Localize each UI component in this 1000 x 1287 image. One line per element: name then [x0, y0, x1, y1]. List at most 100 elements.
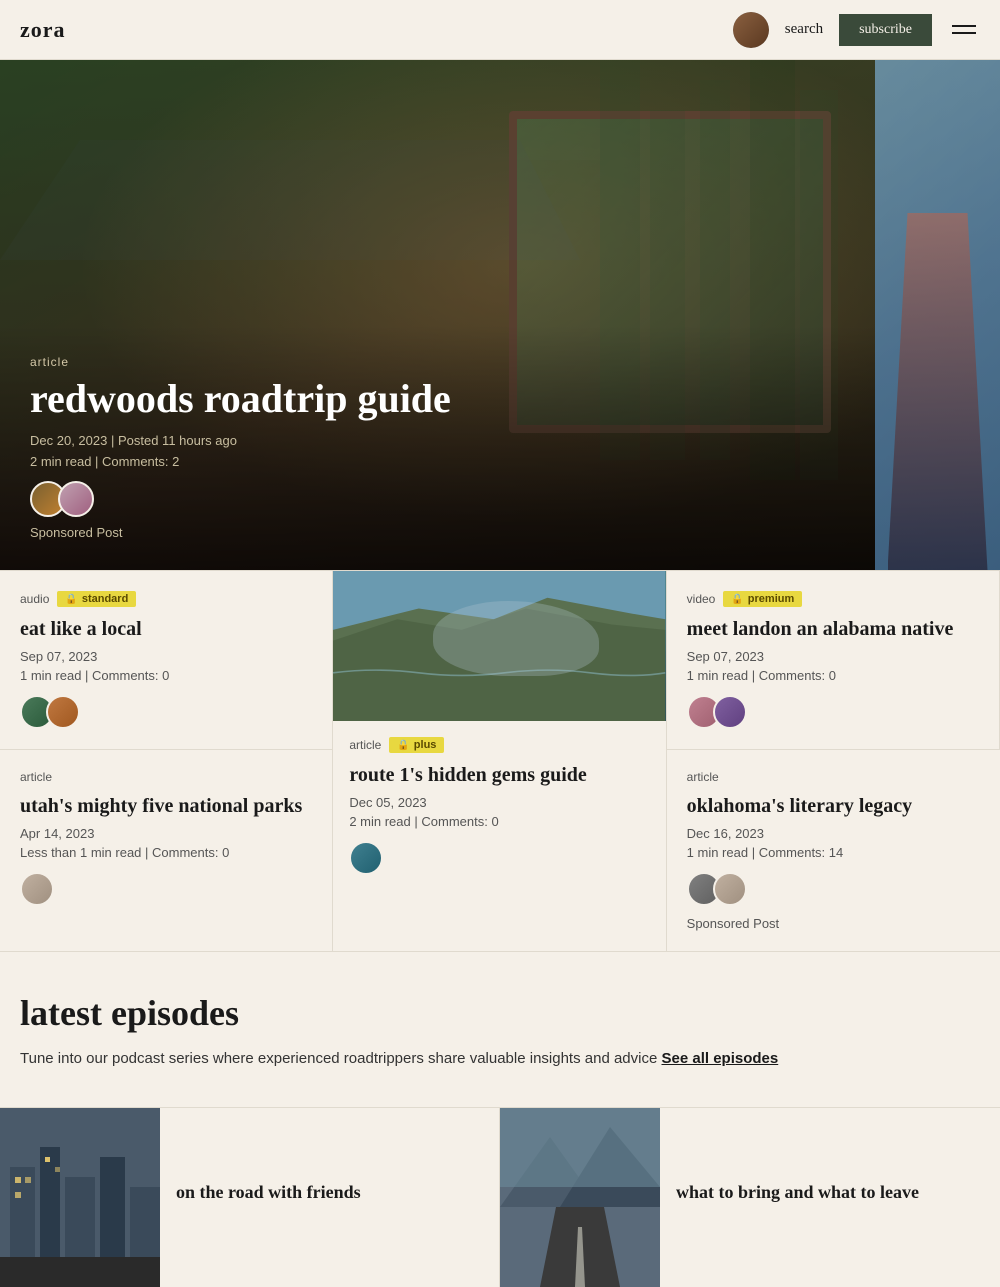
card-oklahoma[interactable]: article oklahoma's literary legacy Dec 1… [667, 750, 1000, 952]
card-meta: 1 min read | Comments: 14 [687, 845, 980, 860]
hero-posted: Posted 11 hours ago [118, 433, 237, 448]
logo[interactable]: zora [20, 17, 66, 43]
read-time: 1 min read [687, 845, 748, 860]
card-meta: 2 min read | Comments: 0 [349, 814, 649, 829]
hamburger-menu[interactable] [948, 21, 980, 38]
coastal-scene [333, 571, 665, 721]
read-time: Less than 1 min read [20, 845, 141, 860]
card-tag-audio: audio [20, 592, 49, 606]
card-title: eat like a local [20, 617, 312, 641]
card-date: Dec 16, 2023 [687, 826, 980, 841]
city-scene [0, 1108, 160, 1287]
hero-side-article[interactable] [875, 60, 1000, 570]
hero-date: Dec 20, 2023 [30, 433, 107, 448]
comments: Comments: 14 [759, 845, 844, 860]
comments: Comments: 0 [152, 845, 229, 860]
card-tag-row: article [687, 770, 980, 784]
card-meta: Less than 1 min read | Comments: 0 [20, 845, 312, 860]
hero-separator2: | [95, 454, 102, 469]
card-avatars [20, 695, 312, 729]
hero-comments: Comments: 2 [102, 454, 179, 469]
episode-card-2[interactable]: what to bring and what to leave [500, 1108, 1000, 1287]
card-avatar-2[interactable] [46, 695, 80, 729]
hero-title: redwoods roadtrip guide [30, 377, 845, 421]
episodes-section: latest episodes Tune into our podcast se… [0, 952, 1000, 1107]
read-time: 2 min read [349, 814, 410, 829]
search-link[interactable]: search [785, 21, 823, 38]
episode-info-1: on the road with friends [176, 1166, 499, 1228]
card-avatar-1[interactable] [20, 872, 54, 906]
episode-info-2: what to bring and what to leave [676, 1166, 1000, 1228]
card-avatar-2[interactable] [713, 695, 747, 729]
badge-plus: 🔒 plus [389, 737, 444, 753]
card-route1[interactable]: article 🔒 plus route 1's hidden gems gui… [333, 571, 666, 952]
read-time: 1 min read [687, 668, 748, 683]
hero-section: article redwoods roadtrip guide Dec 20, … [0, 60, 1000, 570]
card-tag-row: video 🔒 premium [687, 591, 979, 607]
card-date: Sep 07, 2023 [687, 649, 979, 664]
episode-card-1[interactable]: on the road with friends [0, 1108, 500, 1287]
hero-avatar-2[interactable] [58, 481, 94, 517]
lock-icon: 🔒 [65, 594, 77, 605]
card-avatar-1[interactable] [349, 841, 383, 875]
subscribe-button[interactable]: subscribe [839, 14, 932, 46]
card-avatars [349, 841, 649, 875]
card-tag-article: article [349, 738, 381, 752]
card-avatars [20, 872, 312, 906]
see-all-episodes-link[interactable]: See all episodes [662, 1050, 779, 1067]
card-date: Apr 14, 2023 [20, 826, 312, 841]
hero-main-article[interactable]: article redwoods roadtrip guide Dec 20, … [0, 60, 875, 570]
card-avatar-2[interactable] [713, 872, 747, 906]
header-right: search subscribe [733, 12, 980, 48]
hero-separator: | [111, 433, 118, 448]
sponsored-text: Sponsored Post [687, 916, 980, 931]
hero-read-row: 2 min read | Comments: 2 [30, 454, 845, 469]
episode-thumb-2 [500, 1108, 660, 1287]
card-date: Sep 07, 2023 [20, 649, 312, 664]
episode-thumb-background-2 [500, 1108, 660, 1287]
card-tag-video: video [687, 592, 716, 606]
badge-standard: 🔒 standard [57, 591, 136, 607]
lock-icon: 🔒 [397, 740, 409, 751]
hero-avatars [30, 481, 845, 517]
hero-tag: article [30, 355, 845, 369]
card-meta: 1 min read | Comments: 0 [687, 668, 979, 683]
episodes-title: latest episodes [20, 992, 980, 1034]
hamburger-line [952, 32, 976, 34]
card-tag-article: article [20, 770, 52, 784]
card-title: utah's mighty five national parks [20, 794, 312, 818]
card-tag-row: article 🔒 plus [349, 737, 649, 753]
card-meta: 1 min read | Comments: 0 [20, 668, 312, 683]
card-title: route 1's hidden gems guide [349, 763, 649, 787]
read-time: 1 min read [20, 668, 81, 683]
episode-thumb-background-1 [0, 1108, 160, 1287]
card-image [333, 571, 665, 721]
episodes-description: Tune into our podcast series where exper… [20, 1048, 980, 1071]
lock-icon: 🔒 [731, 594, 743, 605]
comments: Comments: 0 [759, 668, 836, 683]
hero-sponsored: Sponsored Post [30, 525, 845, 540]
badge-premium: 🔒 premium [723, 591, 802, 607]
card-content: article 🔒 plus route 1's hidden gems gui… [333, 721, 665, 891]
hero-overlay: article redwoods roadtrip guide Dec 20, … [0, 325, 875, 570]
card-tag-article: article [687, 770, 719, 784]
hero-read-time: 2 min read [30, 454, 91, 469]
card-avatars [687, 872, 980, 906]
road-scene [500, 1108, 660, 1287]
comments: Comments: 0 [421, 814, 498, 829]
card-title: oklahoma's literary legacy [687, 794, 980, 818]
card-eat-like-local[interactable]: audio 🔒 standard eat like a local Sep 07… [0, 571, 333, 750]
hero-date-row: Dec 20, 2023 | Posted 11 hours ago [30, 433, 845, 448]
card-utah[interactable]: article utah's mighty five national park… [0, 750, 333, 952]
avatar[interactable] [733, 12, 769, 48]
episode-title-2: what to bring and what to leave [676, 1182, 984, 1204]
card-tag-row: audio 🔒 standard [20, 591, 312, 607]
badge-label: premium [748, 593, 794, 605]
card-meet-landon[interactable]: video 🔒 premium meet landon an alabama n… [667, 571, 1000, 750]
card-avatars [687, 695, 979, 729]
card-title: meet landon an alabama native [687, 617, 979, 641]
card-date: Dec 05, 2023 [349, 795, 649, 810]
episode-cards: on the road with friends w [0, 1107, 1000, 1287]
episode-title-1: on the road with friends [176, 1182, 483, 1204]
badge-label: plus [414, 739, 437, 751]
